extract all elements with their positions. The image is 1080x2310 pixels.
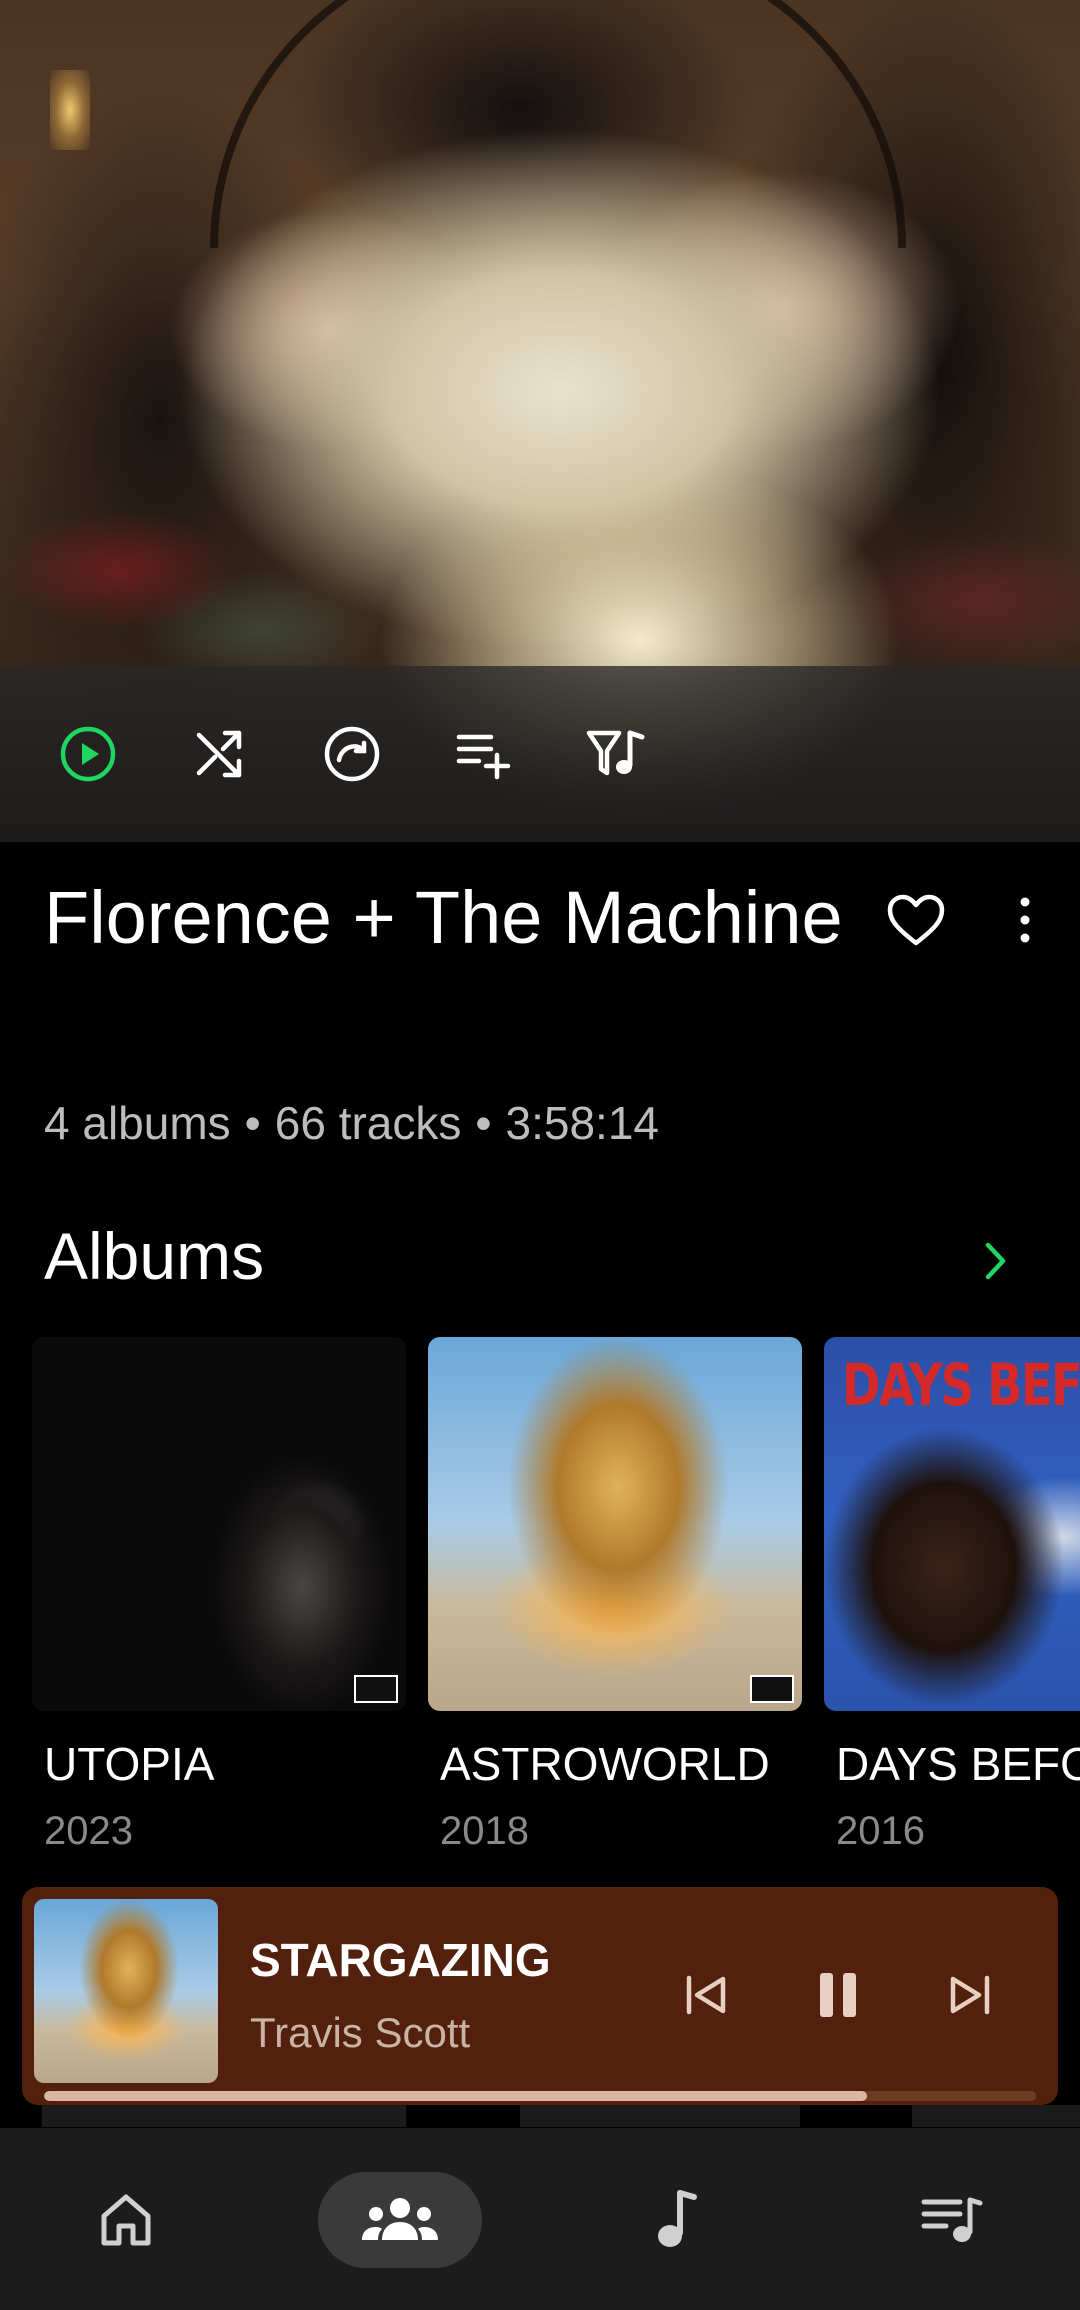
add-to-queue-button[interactable] [452, 722, 516, 786]
parental-advisory-icon [354, 1675, 398, 1703]
favorite-button[interactable] [880, 884, 952, 956]
people-icon [362, 2198, 438, 2240]
album-card[interactable]: ASTROWORLD 2018 [428, 1337, 802, 1853]
album-cover [428, 1337, 802, 1711]
artist-stats: 4 albums • 66 tracks • 3:58:14 [44, 1097, 659, 1149]
more-options-button[interactable] [1000, 884, 1050, 956]
artist-name: Florence + The Machine [44, 876, 843, 959]
album-cover: DAYS BEFORE R [824, 1337, 1080, 1711]
album-year: 2018 [440, 1809, 529, 1853]
now-playing-artist: Travis Scott [250, 2009, 471, 2056]
album-title: ASTROWORLD [440, 1738, 770, 1790]
album-year: 2023 [44, 1809, 133, 1853]
album-cover [32, 1337, 406, 1711]
albums-section-title: Albums [44, 1219, 265, 1293]
bottom-navigation [0, 2128, 1080, 2310]
shuffle-button[interactable] [188, 722, 252, 786]
artist-page: Florence + The Machine 4 albums • 66 track… [0, 0, 1080, 2310]
music-filter-icon [586, 730, 645, 776]
album-card[interactable]: UTOPIA 2023 [32, 1337, 406, 1853]
next-button[interactable] [938, 1963, 1002, 2027]
mini-player[interactable]: STARGAZING Travis Scott [22, 1887, 1058, 2105]
more-vert-icon [1020, 897, 1030, 943]
nav-queue[interactable] [904, 2172, 1000, 2268]
now-playing-artwork [34, 1899, 218, 2083]
radio-circle-icon [324, 726, 380, 782]
playlist-add-icon [456, 734, 511, 780]
play-button[interactable] [56, 722, 120, 786]
chevron-right-icon [985, 1242, 1006, 1280]
artist-hero-image [0, 0, 1080, 842]
albums-count: 4 albums [44, 1097, 231, 1149]
pause-icon [820, 1973, 856, 2017]
album-year: 2016 [836, 1809, 925, 1853]
nav-home[interactable] [78, 2172, 174, 2268]
parental-advisory-icon [750, 1675, 794, 1703]
heart-icon [887, 894, 945, 946]
playback-progress-fill [44, 2091, 868, 2101]
skip-previous-icon [686, 1975, 726, 2015]
albums-see-all-button[interactable] [970, 1234, 1020, 1288]
tracks-count: 66 tracks [274, 1097, 462, 1149]
album-title: DAYS BEFORE RODEO [836, 1738, 1080, 1790]
album-cover-text: DAYS BEFORE R [842, 1351, 1080, 1419]
album-title: UTOPIA [44, 1738, 215, 1790]
shuffle-icon [196, 730, 242, 778]
playback-progress[interactable] [44, 2091, 1036, 2101]
nav-artists[interactable] [318, 2172, 482, 2268]
pause-button[interactable] [806, 1963, 870, 2027]
album-card[interactable]: DAYS BEFORE R DAYS BEFORE RODEO 2016 [824, 1337, 1080, 1853]
previous-button[interactable] [674, 1963, 738, 2027]
radio-button[interactable] [320, 722, 384, 786]
music-filter-button[interactable] [584, 722, 648, 786]
total-duration: 3:58:14 [505, 1097, 659, 1149]
skip-next-icon [950, 1975, 990, 2015]
home-icon [101, 2194, 151, 2246]
play-circle-icon [60, 726, 116, 782]
queue-music-icon [921, 2197, 983, 2242]
music-note-icon [658, 2190, 697, 2247]
nav-tracks[interactable] [628, 2172, 724, 2268]
now-playing-title: STARGAZING [250, 1934, 551, 1986]
hero-action-bar [0, 666, 1080, 842]
